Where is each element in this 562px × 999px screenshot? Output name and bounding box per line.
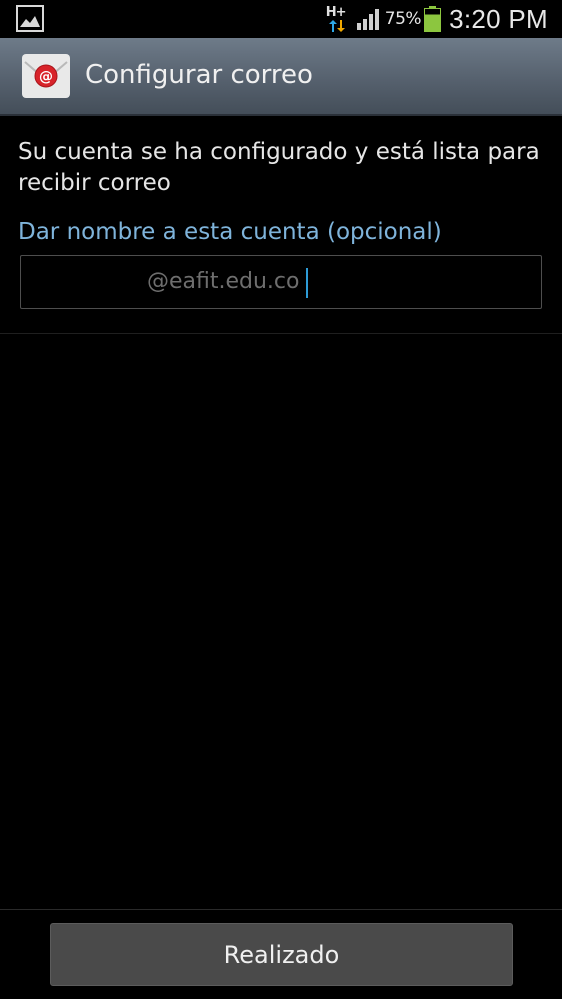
network-type-label: H+ <box>325 5 347 20</box>
svg-text:@: @ <box>39 69 53 85</box>
account-name-value: @eafit.edu.co <box>147 269 300 294</box>
email-at-icon[interactable]: @ <box>22 54 70 98</box>
done-button[interactable]: Realizado <box>50 923 513 986</box>
status-clock: 3:20 PM <box>449 3 548 34</box>
account-name-label: Dar nombre a esta cuenta (opcional) <box>18 219 442 245</box>
status-bar: H+ 75% 3:20 PM <box>0 0 562 38</box>
page-title: Configurar correo <box>85 60 313 90</box>
signal-strength-icon <box>356 9 379 30</box>
account-name-input[interactable]: @eafit.edu.co <box>20 255 542 309</box>
text-cursor <box>306 268 308 298</box>
battery-icon <box>424 6 442 32</box>
network-indicator: H+ <box>326 4 348 34</box>
content-divider <box>0 333 562 334</box>
status-indicators: H+ 75% 3:20 PM <box>326 0 548 38</box>
gallery-icon <box>16 5 44 32</box>
data-transfer-icon <box>328 20 345 32</box>
footer-divider <box>0 909 562 910</box>
battery-percent: 75% <box>384 9 422 29</box>
action-bar: @ Configurar correo <box>0 38 562 116</box>
setup-complete-message: Su cuenta se ha configurado y está lista… <box>18 139 540 196</box>
